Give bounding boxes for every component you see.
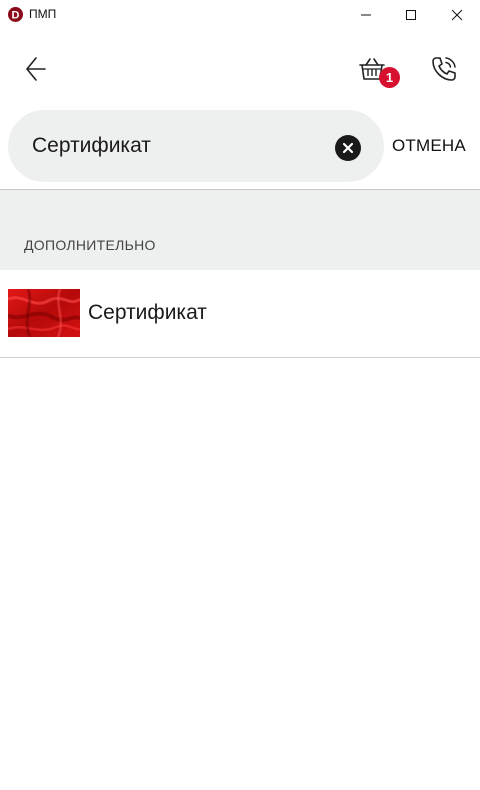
search-box [8,110,384,182]
app-header: 1 [0,29,480,109]
section-header: ДОПОЛНИТЕЛЬНО [0,190,480,270]
arrow-left-icon [26,57,46,81]
app-logo-icon: D [8,7,23,22]
section-title: ДОПОЛНИТЕЛЬНО [24,237,156,253]
app-window: D ПМП 1 Сертификат ОТМЕНА ДОПОЛНИТЕЛЬНО … [0,0,480,790]
red-fabric-image [8,289,80,337]
list-item[interactable]: Сертификат [0,270,480,357]
list-item-label: Сертификат [88,301,207,324]
close-button[interactable] [434,0,480,29]
cancel-button[interactable]: ОТМЕНА [392,134,466,158]
close-icon [451,9,463,20]
minimize-button[interactable] [343,0,389,29]
svg-text:D: D [12,10,20,22]
window-title: ПМП [29,7,57,21]
minimize-icon [361,14,371,15]
clear-circle-icon [342,142,354,154]
cart-count-badge: 1 [379,67,400,88]
clear-search-button[interactable] [335,135,361,161]
title-bar: D ПМП [0,0,480,29]
search-input[interactable] [32,128,322,164]
divider [0,357,480,358]
call-button[interactable] [422,47,466,91]
phone-icon [432,57,456,81]
back-button[interactable] [14,47,58,91]
maximize-icon [406,9,416,20]
maximize-button[interactable] [388,0,434,29]
